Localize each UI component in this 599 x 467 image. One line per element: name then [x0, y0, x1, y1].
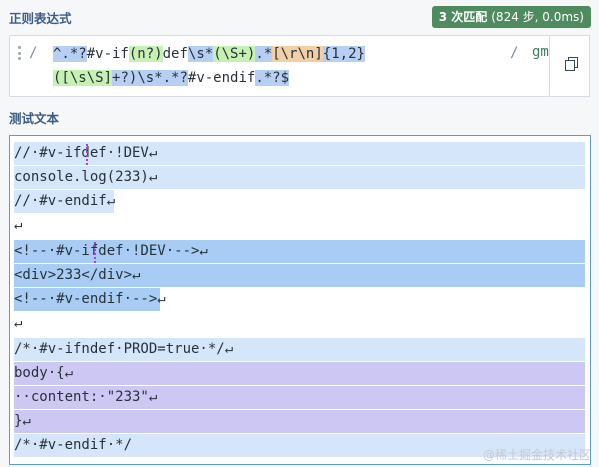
- regex-token: def: [162, 46, 188, 62]
- regex-line-1: ^.*?#v-if(n?)def\s*(\S+).*[\r\n]{1,2}: [53, 44, 365, 64]
- test-line: //·#v-ifdef·!DEV↵: [14, 142, 585, 165]
- regex-token: \s*: [187, 46, 214, 62]
- regex-token: .*?$: [255, 70, 290, 86]
- regex-token: {1,2}: [322, 46, 365, 62]
- watermark: @稀土掘金技术社区: [482, 448, 591, 462]
- copy-button[interactable]: [550, 35, 590, 97]
- regex-close-delimiter: /: [510, 45, 519, 61]
- test-line: <div>233</div>↵: [14, 264, 585, 287]
- regex-token: [\r\n]: [272, 46, 323, 62]
- test-section-title: 测试文本: [9, 111, 60, 126]
- regex-token: (\S+): [213, 46, 256, 62]
- regex-open-delimiter: /: [29, 45, 38, 61]
- match-boundary-marker: [94, 242, 96, 263]
- test-line: body·{↵: [14, 362, 585, 385]
- regex-flags[interactable]: gm: [532, 44, 549, 60]
- regex-token: +?): [112, 70, 138, 86]
- match-boundary-marker: [86, 144, 88, 165]
- regex-section-title: 正则表达式: [9, 11, 72, 26]
- test-line: ↵: [14, 315, 23, 331]
- regex-token: #v-endif: [187, 70, 256, 86]
- regex-token: .*: [255, 46, 273, 62]
- regex-token: (n?): [128, 46, 163, 62]
- regex-token: \s*.*?: [137, 70, 188, 86]
- test-line: //·#v-endif↵: [14, 190, 115, 213]
- test-line: <!--·#v-ifdef·!DEV·-->↵: [14, 240, 585, 263]
- drag-grip-icon[interactable]: [18, 46, 22, 60]
- match-detail: (824 步, 0.0ms): [491, 10, 584, 24]
- test-text-area[interactable]: //·#v-ifdef·!DEV↵ console.log(233)↵ //·#…: [9, 135, 591, 465]
- regex-line-2: ([\s\S]+?)\s*.*?#v-endif.*?$: [53, 68, 290, 88]
- test-line: ··content:·"233"↵: [14, 386, 585, 409]
- match-count: 3 次匹配: [438, 10, 488, 24]
- test-line: /*·#v-ifndef·PROD=true·*/↵: [14, 338, 585, 361]
- regex-token: ^.*?: [53, 46, 87, 62]
- test-line: }↵: [14, 410, 585, 433]
- test-line: <!--·#v-endif·-->↵: [14, 288, 166, 311]
- test-line: ↵: [14, 217, 23, 233]
- regex-token: #v-if: [86, 46, 129, 62]
- match-count-badge: 3 次匹配 (824 步, 0.0ms): [431, 6, 591, 28]
- regex-token: ([\s\S]: [53, 70, 113, 86]
- test-line: console.log(233)↵: [14, 166, 585, 189]
- copy-icon: [565, 60, 575, 71]
- regex-input[interactable]: / ^.*?#v-if(n?)def\s*(\S+).*[\r\n]{1,2} …: [9, 35, 550, 97]
